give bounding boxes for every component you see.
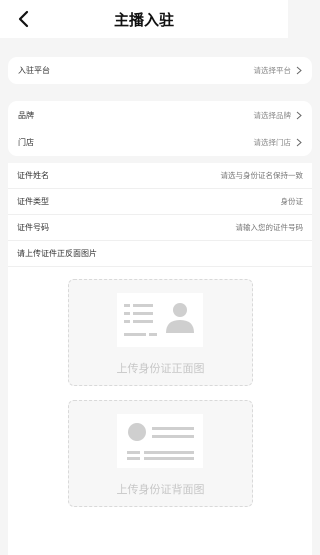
id-form: 证件姓名 证件类型 身份证 证件号码 请上传证件正反面图片 — [8, 163, 312, 555]
id-number-label: 证件号码 — [17, 223, 49, 232]
id-card-front-icon — [117, 293, 203, 347]
brand-row[interactable]: 品牌 请选择品牌 — [8, 101, 312, 129]
platform-value: 请选择平台 — [253, 66, 292, 75]
platform-row[interactable]: 入驻平台 请选择平台 — [8, 57, 312, 84]
store-value: 请选择门店 — [253, 138, 292, 147]
id-card-back-icon — [117, 414, 203, 468]
platform-card: 入驻平台 请选择平台 — [8, 57, 312, 84]
top-bar: 主播入驻 — [0, 0, 288, 38]
chevron-right-icon — [296, 111, 302, 119]
id-type-label: 证件类型 — [17, 197, 49, 206]
upload-front-caption: 上传身份证正面图 — [116, 362, 205, 375]
store-label: 门店 — [18, 138, 34, 147]
chevron-right-icon — [296, 138, 302, 147]
page-title: 主播入驻 — [113, 11, 174, 29]
store-row[interactable]: 门店 请选择门店 — [8, 129, 312, 156]
upload-back-box[interactable]: 上传身份证背面图 — [68, 400, 253, 507]
chevron-right-icon — [296, 66, 302, 75]
upload-front-box[interactable]: 上传身份证正面图 — [68, 279, 253, 386]
upload-back-caption: 上传身份证背面图 — [116, 483, 205, 496]
brand-label: 品牌 — [18, 110, 34, 120]
platform-label: 入驻平台 — [18, 66, 50, 75]
name-label: 证件姓名 — [17, 171, 49, 180]
name-input[interactable] — [143, 171, 303, 180]
name-row: 证件姓名 — [8, 163, 312, 189]
id-type-value: 身份证 — [280, 197, 304, 206]
upload-title: 请上传证件正反面图片 — [17, 249, 97, 258]
brand-value: 请选择品牌 — [253, 110, 292, 120]
id-number-row: 证件号码 — [8, 215, 312, 241]
brand-store-card: 品牌 请选择品牌 门店 请选择门店 — [8, 101, 312, 156]
id-type-row[interactable]: 证件类型 身份证 — [8, 189, 312, 215]
upload-title-row: 请上传证件正反面图片 — [8, 241, 312, 267]
id-number-input[interactable] — [143, 223, 303, 232]
